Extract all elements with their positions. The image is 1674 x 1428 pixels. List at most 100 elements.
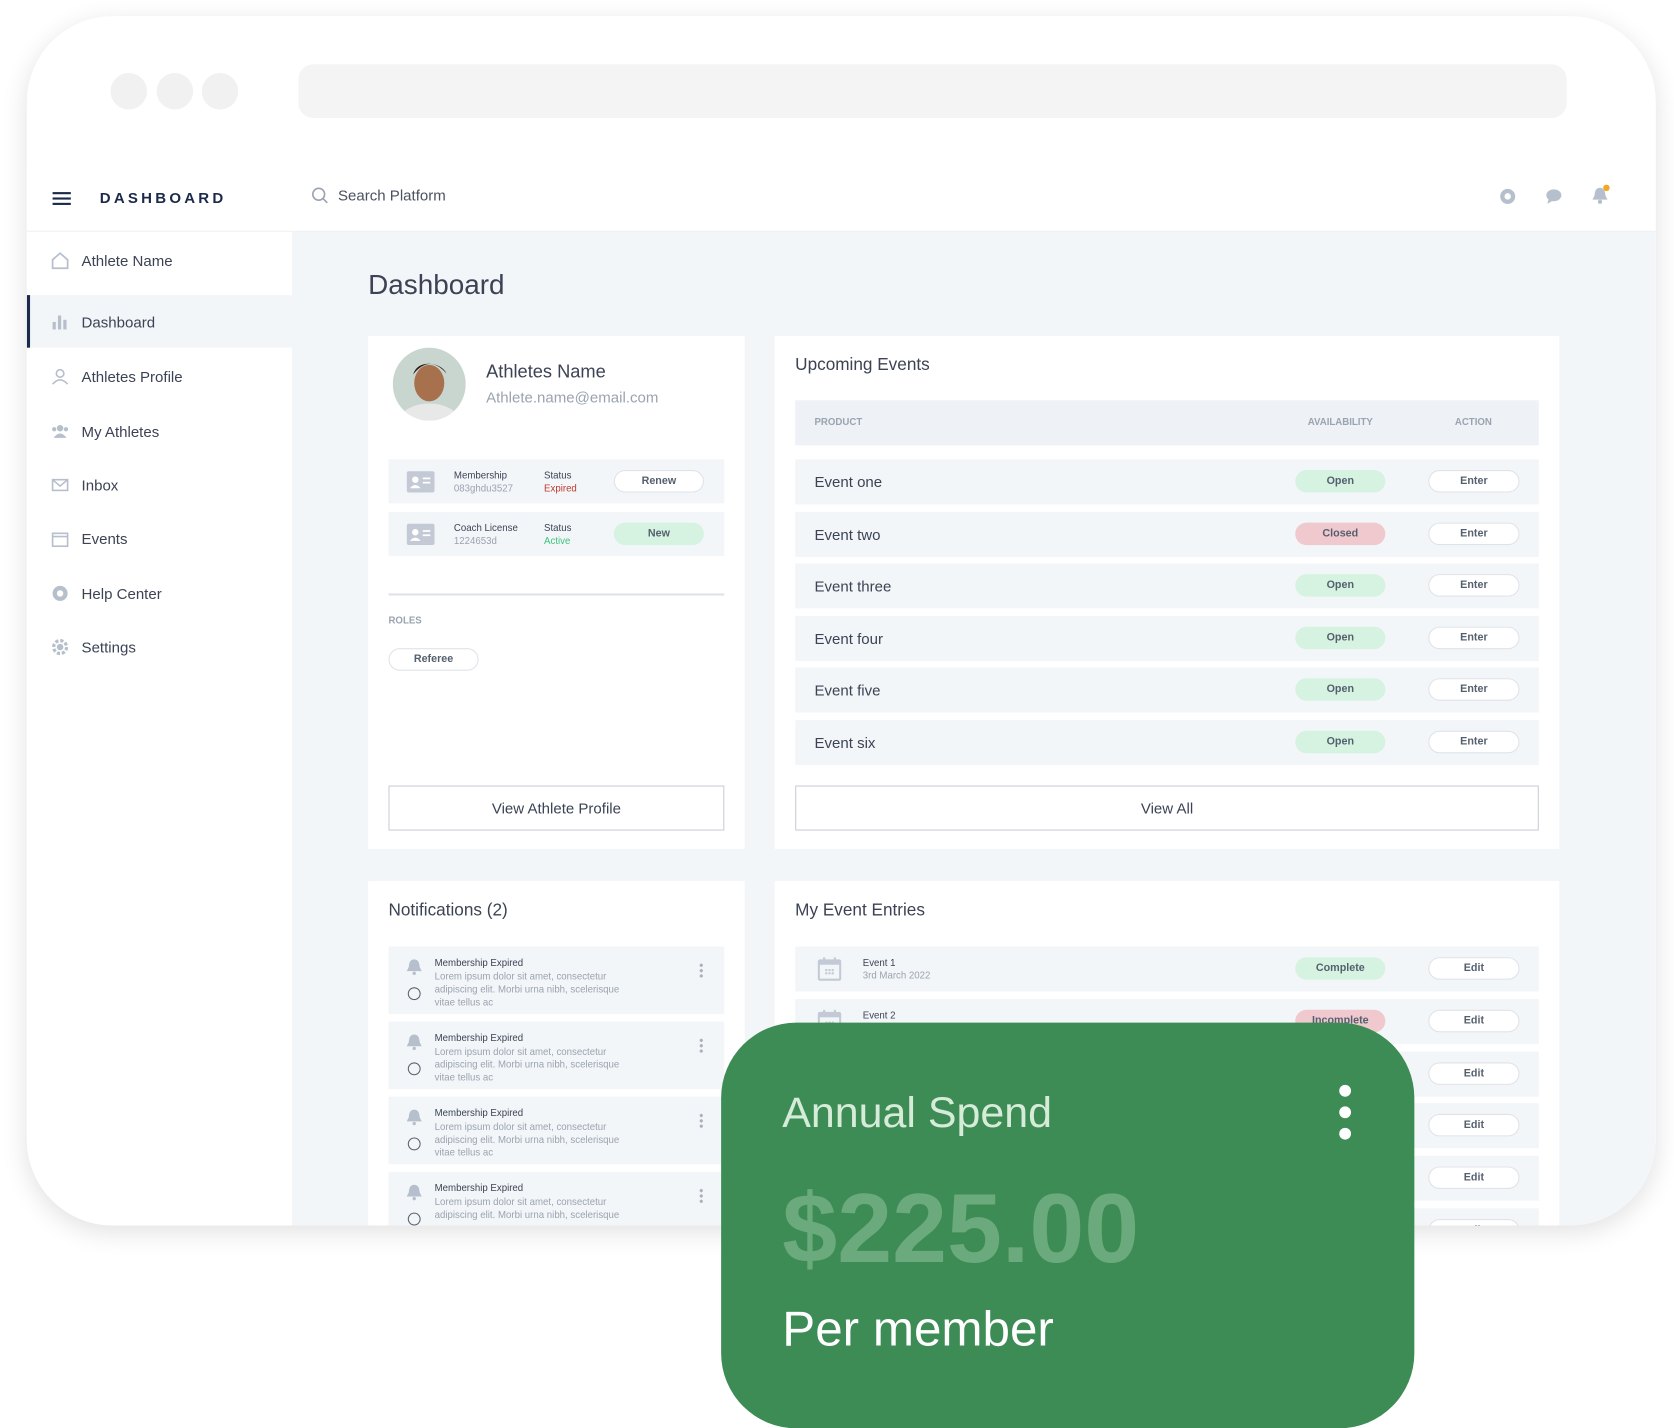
table-row: Event six Open Enter [795, 720, 1539, 766]
page-title: Dashboard [368, 268, 505, 301]
notification-title: Membership Expired [434, 1032, 524, 1044]
sidebar-item-dashboard[interactable]: Dashboard [26, 295, 292, 348]
search-icon [312, 187, 328, 204]
event-name: Event one [814, 473, 883, 491]
user-icon [50, 366, 69, 385]
more-options-icon[interactable] [699, 1112, 703, 1128]
roles-label: ROLES [388, 614, 422, 626]
notification-item[interactable]: Membership Expired Lorem ipsum dolor sit… [388, 1096, 725, 1165]
sidebar-item-help-center[interactable]: Help Center [27, 567, 292, 620]
status-value: Active [544, 535, 571, 547]
role-badge: Referee [388, 648, 479, 671]
status-label: Status [544, 470, 572, 481]
mark-read-radio[interactable] [407, 1212, 421, 1226]
bell-icon[interactable] [1591, 184, 1610, 205]
license-id: 1224653d [453, 535, 497, 547]
enter-button[interactable]: Enter [1428, 678, 1520, 702]
notification-body: Lorem ipsum dolor sit amet, consectetur … [434, 971, 620, 1008]
notification-item[interactable]: Membership Expired Lorem ipsum dolor sit… [388, 1021, 725, 1090]
table-row: Event three Open Enter [795, 563, 1539, 609]
sidebar-item-settings[interactable]: Settings [27, 620, 292, 673]
enter-button[interactable]: Enter [1428, 522, 1520, 545]
chat-icon[interactable] [1545, 188, 1564, 205]
availability-badge: Open [1295, 470, 1386, 493]
enter-button[interactable]: Enter [1428, 626, 1520, 650]
mark-read-radio[interactable] [407, 1137, 421, 1151]
hamburger-menu-icon[interactable] [52, 192, 71, 205]
edit-button[interactable]: Edit [1428, 1219, 1520, 1226]
id-card-icon [406, 523, 435, 546]
notification-item[interactable]: Membership Expired Lorem ipsum dolor sit… [388, 946, 725, 1015]
calendar-icon [50, 529, 69, 548]
address-bar[interactable] [298, 64, 1567, 119]
sidebar-item-label: My Athletes [81, 422, 160, 440]
new-button[interactable]: New [613, 522, 704, 546]
enter-button[interactable]: Enter [1428, 730, 1520, 754]
event-name: Event five [814, 681, 881, 700]
mark-read-radio[interactable] [407, 987, 421, 1001]
more-options-icon[interactable] [1339, 1084, 1352, 1141]
mark-read-radio[interactable] [407, 1062, 421, 1076]
bar-chart-icon [50, 312, 69, 331]
card-title: My Event Entries [795, 901, 925, 920]
event-name: Event six [814, 734, 876, 752]
edit-button[interactable]: Edit [1428, 1009, 1520, 1033]
sidebar-item-my-athletes[interactable]: My Athletes [27, 405, 292, 458]
entry-status-badge: Complete [1295, 957, 1386, 980]
bell-icon [406, 1109, 422, 1126]
search-input[interactable]: Search Platform [311, 187, 446, 204]
search-placeholder: Search Platform [338, 186, 446, 204]
more-options-icon[interactable] [699, 1187, 703, 1203]
brand-title: DASHBOARD [99, 188, 227, 207]
more-options-icon[interactable] [699, 1037, 703, 1053]
window-dot [110, 72, 148, 110]
notifications-card: Notifications (2) Membership Expired Lor… [368, 881, 745, 1226]
notification-item[interactable]: Membership Expired Lorem ipsum dolor sit… [388, 1171, 725, 1226]
sidebar-item-label: Dashboard [81, 312, 156, 330]
id-card-icon [406, 471, 435, 493]
entry-name: Event 2 [862, 1009, 896, 1021]
license-id: 083ghdu3527 [453, 482, 514, 494]
view-athlete-profile-button[interactable]: View Athlete Profile [388, 785, 725, 831]
spend-subtitle: Per member [782, 1300, 1054, 1357]
spend-amount: $225.00 [782, 1173, 1140, 1284]
sidebar-item-inbox[interactable]: Inbox [27, 458, 292, 511]
table-row: Event one Open Enter [795, 459, 1539, 505]
entry-name: Event 1 [862, 957, 896, 968]
column-header: ACTION [1454, 416, 1492, 428]
table-row: Event two Closed Enter [795, 511, 1539, 557]
card-title: Upcoming Events [795, 356, 930, 375]
view-all-button[interactable]: View All [795, 785, 1539, 831]
renew-button[interactable]: Renew [613, 470, 704, 493]
availability-badge: Closed [1295, 522, 1386, 545]
sidebar-item-events[interactable]: Events [27, 512, 292, 565]
window-dot [156, 72, 194, 110]
edit-button[interactable]: Edit [1428, 1114, 1520, 1137]
athlete-name: Athletes Name [486, 361, 606, 383]
globe-icon[interactable] [1499, 188, 1516, 205]
sidebar-item-athletes-profile[interactable]: Athletes Profile [27, 350, 292, 403]
availability-badge: Open [1295, 730, 1386, 754]
enter-button[interactable]: Enter [1428, 574, 1520, 597]
spend-title: Annual Spend [782, 1089, 1052, 1137]
edit-button[interactable]: Edit [1428, 957, 1520, 980]
notification-title: Membership Expired [434, 1182, 524, 1194]
sidebar-item-athlete-name[interactable]: Athlete Name [27, 234, 292, 287]
upcoming-events-card: Upcoming Events PRODUCT AVAILABILITY ACT… [774, 335, 1560, 849]
license-title: Membership [453, 470, 508, 481]
bell-icon [406, 959, 422, 976]
lifebuoy-icon [50, 583, 69, 602]
notification-dot [1603, 184, 1610, 192]
divider [388, 593, 725, 596]
notification-body: Lorem ipsum dolor sit amet, consectetur … [434, 1121, 620, 1158]
edit-button[interactable]: Edit [1428, 1061, 1520, 1085]
edit-button[interactable]: Edit [1428, 1166, 1520, 1190]
availability-badge: Open [1295, 678, 1386, 702]
more-options-icon[interactable] [699, 962, 703, 978]
bell-icon [406, 1184, 422, 1201]
sidebar-item-label: Inbox [81, 475, 119, 494]
notification-title: Membership Expired [434, 957, 524, 968]
entry-row: Event 1 3rd March 2022 Complete Edit [795, 946, 1539, 992]
enter-button[interactable]: Enter [1428, 470, 1520, 493]
notification-body: Lorem ipsum dolor sit amet, consectetur … [434, 1196, 620, 1221]
